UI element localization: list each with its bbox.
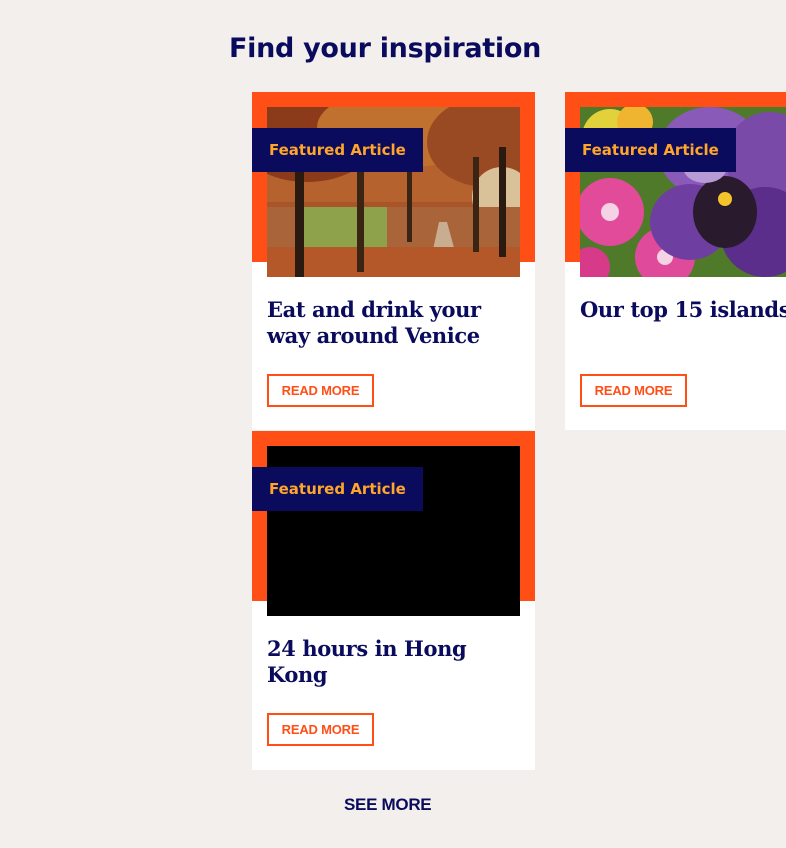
featured-badge: Featured Article xyxy=(252,128,423,172)
article-card[interactable]: Featured Article Our top 15 islands READ… xyxy=(565,92,786,430)
section-title: Find your inspiration xyxy=(228,33,542,64)
card-title[interactable]: Our top 15 islands xyxy=(580,297,786,323)
read-more-button[interactable]: READ MORE xyxy=(267,374,374,407)
featured-badge: Featured Article xyxy=(252,467,423,511)
card-title[interactable]: 24 hours in Hong Kong xyxy=(267,636,527,688)
see-more-link[interactable]: SEE MORE xyxy=(344,795,432,815)
featured-badge: Featured Article xyxy=(565,128,736,172)
card-title[interactable]: Eat and drink your way around Venice xyxy=(267,297,527,349)
article-card[interactable]: Featured Article Eat and drink your way … xyxy=(252,92,535,430)
read-more-button[interactable]: READ MORE xyxy=(267,713,374,746)
read-more-button[interactable]: READ MORE xyxy=(580,374,687,407)
article-card[interactable]: Featured Article 24 hours in Hong Kong R… xyxy=(252,431,535,770)
